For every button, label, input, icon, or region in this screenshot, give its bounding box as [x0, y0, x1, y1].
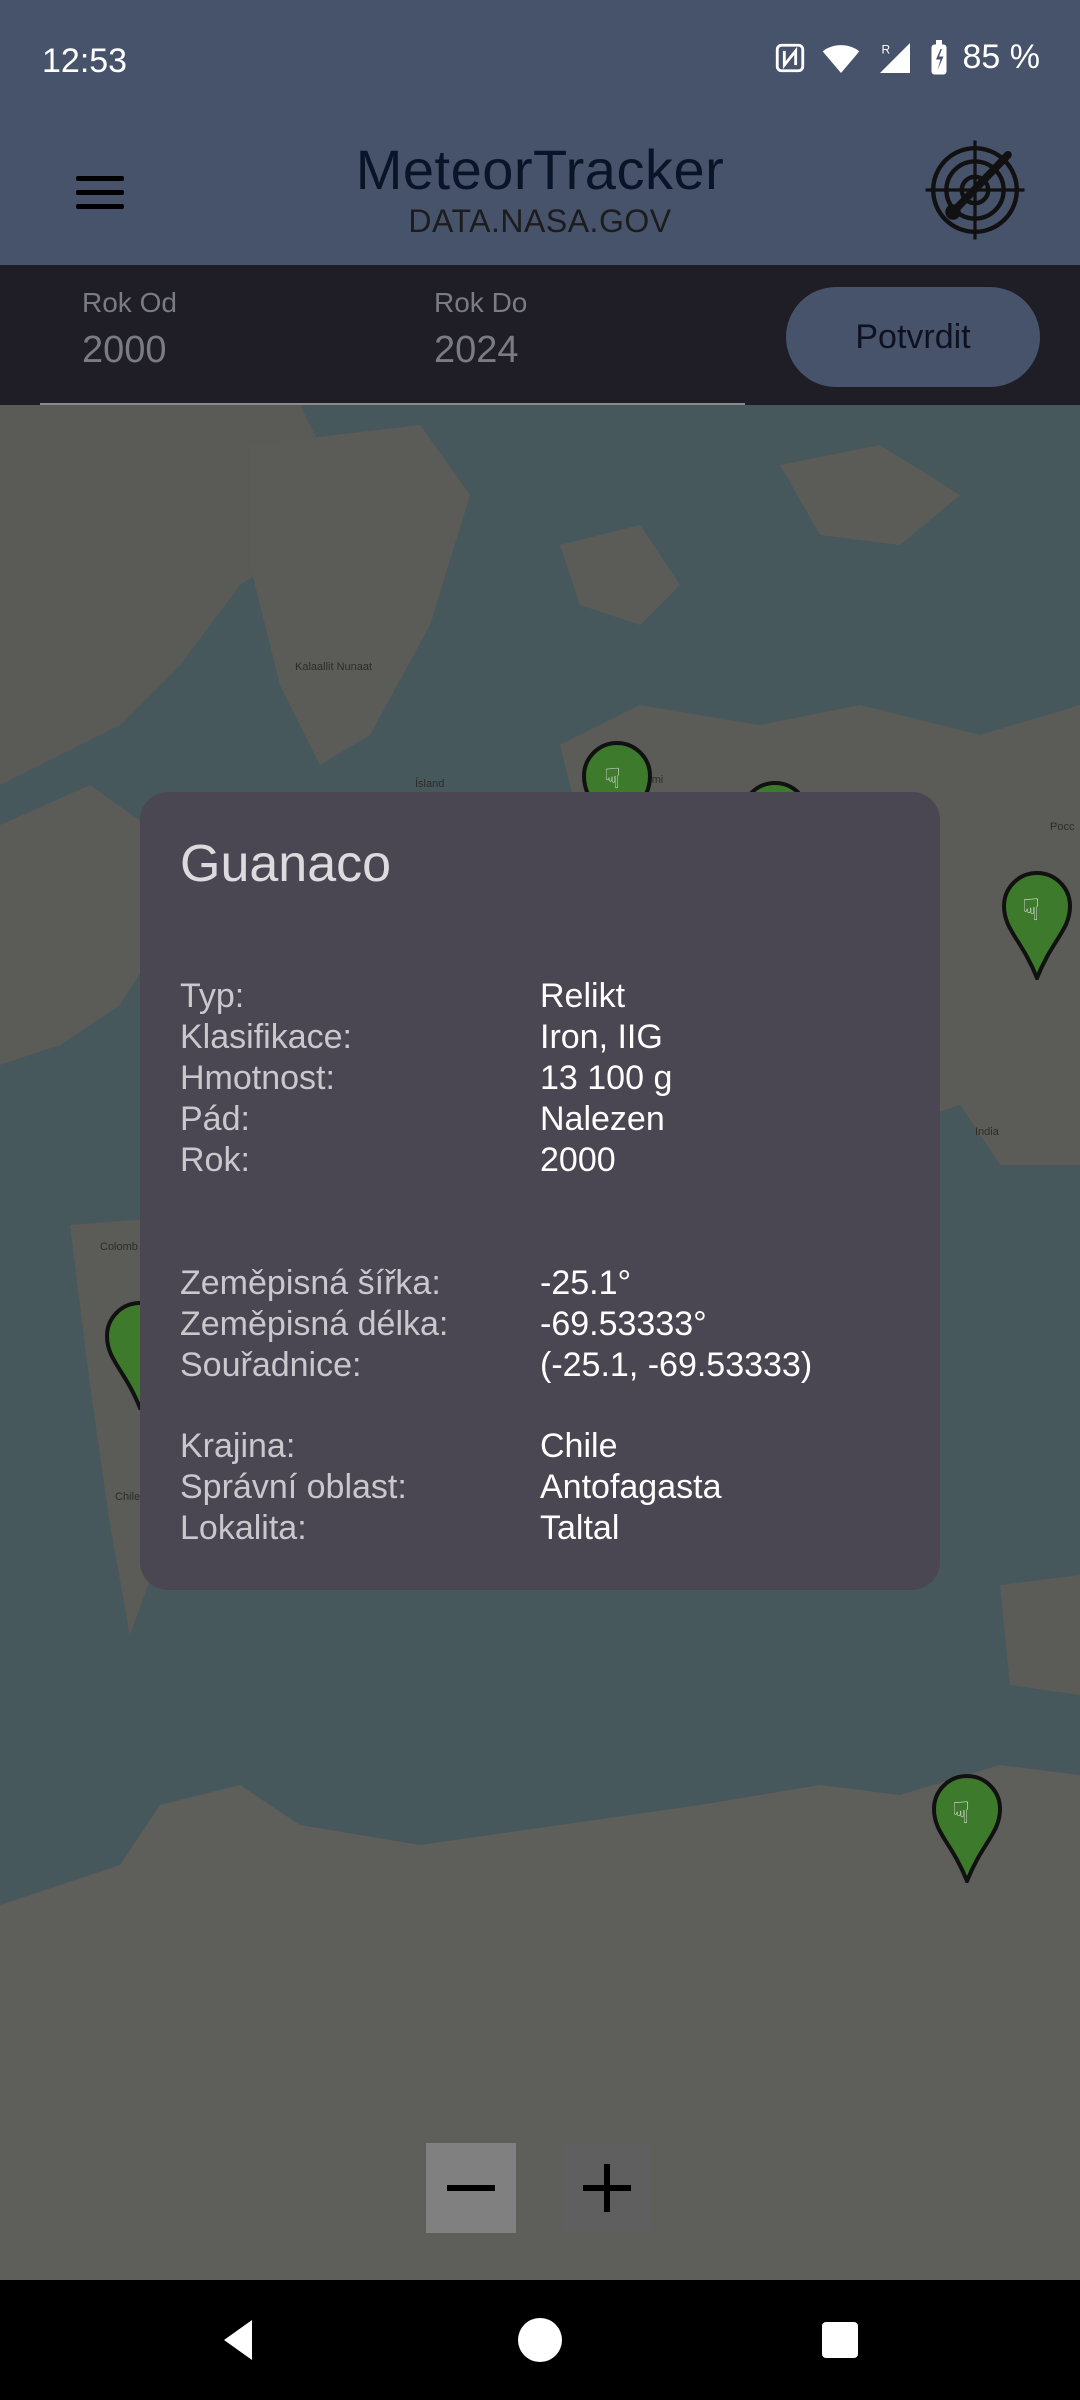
detail-value: Nalezen [540, 1100, 665, 1138]
map-label-greenland: Kalaallit Nunaat [295, 661, 372, 673]
plus-icon [583, 2164, 631, 2212]
year-to-field[interactable]: Rok Do 2024 [434, 287, 527, 372]
recents-icon[interactable] [812, 2312, 868, 2368]
detail-value: -69.53333° [540, 1305, 707, 1343]
meteorite-detail-dialog: Guanaco Typ: Relikt Klasifikace: Iron, IIG… [140, 792, 940, 1590]
signal-icon: R [879, 42, 910, 73]
minus-icon [447, 2185, 495, 2191]
meteor-marker[interactable]: ☟ [1002, 870, 1072, 980]
svg-text:R: R [881, 42, 890, 56]
battery-icon [931, 39, 946, 74]
map-label-russia: Pocc [1050, 821, 1075, 833]
detail-value: Iron, IIG [540, 1018, 663, 1056]
meteor-marker[interactable]: ☟ [932, 1773, 1002, 1883]
year-to-value[interactable]: 2024 [434, 329, 527, 372]
back-icon[interactable] [212, 2312, 268, 2368]
app-title: MeteorTracker [355, 138, 725, 201]
dialog-title: Guanaco [180, 835, 392, 893]
status-bar: 12:53 R 85 % [0, 0, 1080, 125]
detail-key: Zeměpisná šířka: [180, 1264, 441, 1302]
year-from-field[interactable]: Rok Od 2000 [82, 287, 177, 372]
detail-value: Antofagasta [540, 1468, 722, 1506]
detail-key: Zeměpisná délka: [180, 1305, 449, 1343]
system-nav-bar [0, 2280, 1080, 2400]
detail-value: Relikt [540, 977, 626, 1015]
status-time: 12:53 [42, 42, 128, 80]
detail-value: Chile [540, 1427, 618, 1465]
year-from-value[interactable]: 2000 [82, 329, 177, 372]
detail-key: Rok: [180, 1141, 250, 1179]
year-to-label: Rok Do [434, 287, 528, 318]
detail-key: Pád: [180, 1100, 250, 1138]
detail-key: Správní oblast: [180, 1468, 407, 1506]
svg-text:☟: ☟ [952, 1796, 970, 1831]
app-subtitle: DATA.NASA.GOV [408, 203, 672, 239]
zoom-in-button[interactable] [562, 2143, 652, 2233]
map-label-india: India [975, 1126, 1000, 1138]
year-filter-bar: Rok Od 2000 Rok Do 2024 Potvrdit [0, 265, 1080, 405]
map-label-colombia: Colomb [100, 1241, 138, 1253]
detail-key: Souřadnice: [180, 1346, 362, 1384]
home-icon[interactable] [512, 2312, 568, 2368]
detail-key: Typ: [180, 977, 245, 1015]
detail-value: (-25.1, -69.53333) [540, 1346, 813, 1384]
map-label-iceland: Ísland [415, 777, 444, 790]
detail-value: 2000 [540, 1141, 616, 1179]
map-label-chile: Chile [115, 1491, 140, 1503]
detail-value: 13 100 g [540, 1059, 673, 1097]
detail-key: Klasifikace: [180, 1018, 352, 1056]
nfc-icon [775, 43, 804, 72]
svg-text:☟: ☟ [1022, 893, 1040, 928]
detail-key: Hmotnost: [180, 1059, 335, 1097]
year-from-label: Rok Od [82, 287, 177, 318]
confirm-button[interactable]: Potvrdit [786, 287, 1040, 387]
svg-text:☟: ☟ [604, 762, 621, 795]
battery-percent: 85 % [962, 38, 1041, 76]
status-icons: R 85 % [773, 38, 1041, 77]
zoom-out-button[interactable] [426, 2143, 516, 2233]
detail-value: -25.1° [540, 1264, 632, 1302]
detail-key: Krajina: [180, 1427, 296, 1465]
app-bar: MeteorTracker DATA.NASA.GOV [0, 125, 1080, 265]
detail-key: Lokalita: [180, 1509, 307, 1547]
meteor-radar-icon [925, 140, 1025, 240]
wifi-icon [822, 44, 859, 73]
detail-value: Taltal [540, 1509, 620, 1547]
